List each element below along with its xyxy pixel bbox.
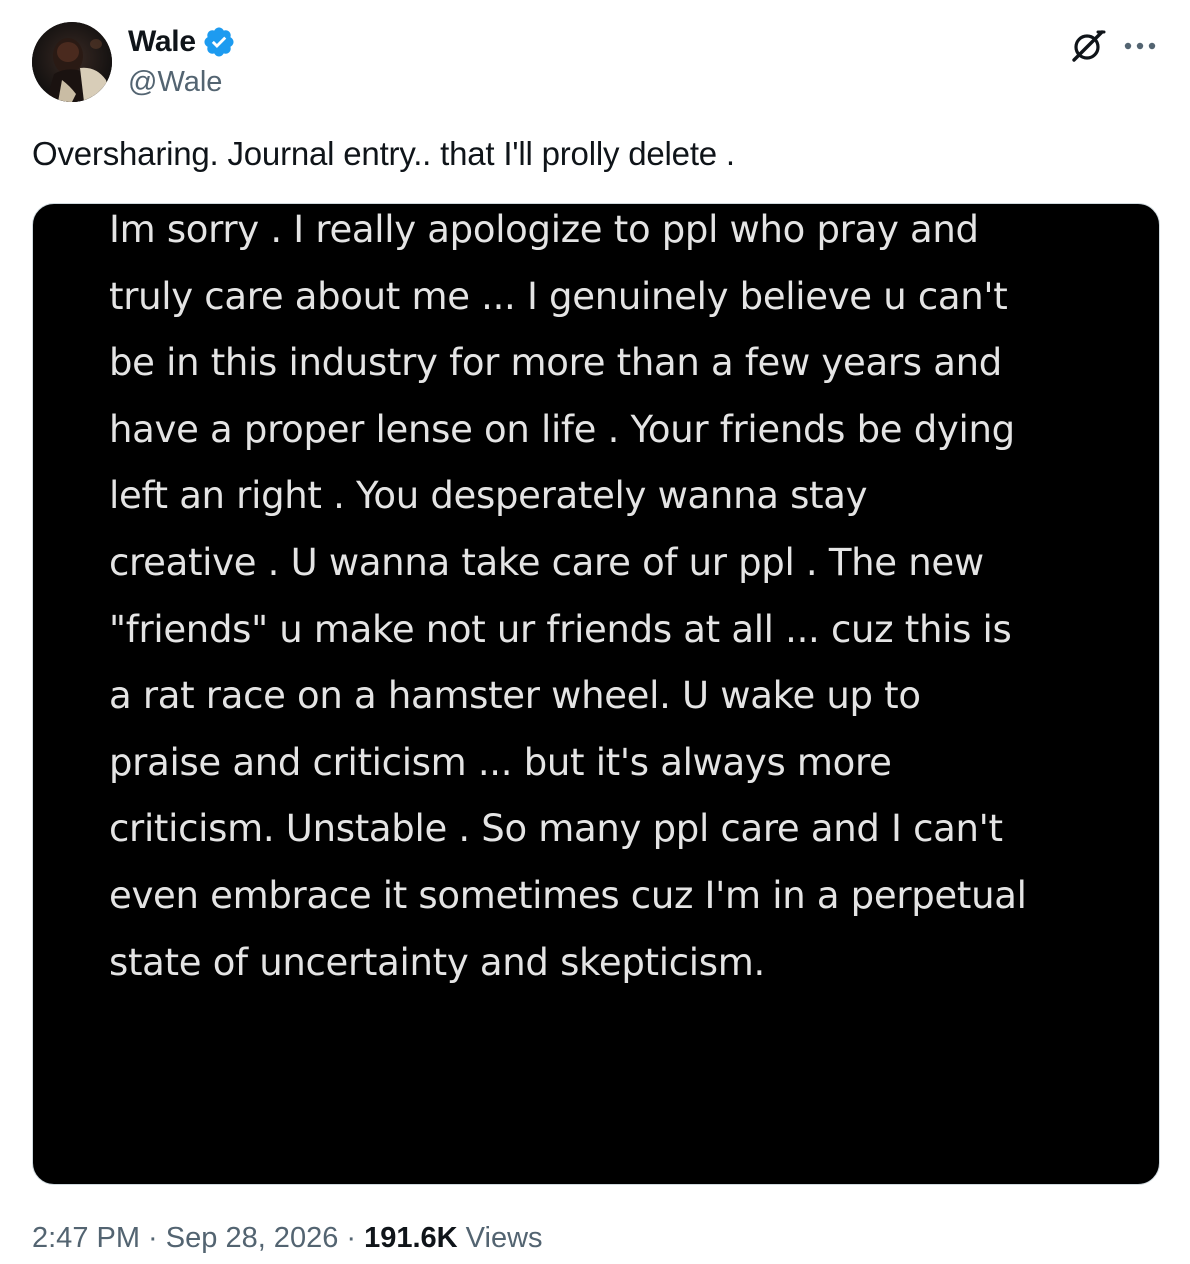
tweet-date[interactable]: Sep 28, 2026 xyxy=(166,1222,339,1254)
media-text-line: Im sorry . I really apologize to ppl who… xyxy=(109,208,979,251)
meta-separator: · xyxy=(338,1222,365,1254)
grok-icon[interactable] xyxy=(1068,26,1108,66)
avatar[interactable] xyxy=(32,22,112,102)
media-text-line: creative . U wanna take care of ur ppl .… xyxy=(109,540,984,584)
verified-badge-icon[interactable] xyxy=(202,25,236,59)
media-text-line: even embrace it sometimes cuz I'm in a p… xyxy=(109,873,1027,917)
views-label: Views xyxy=(457,1222,543,1254)
tweet-text: Oversharing. Journal entry.. that I'll p… xyxy=(32,135,735,172)
meta-separator: · xyxy=(140,1222,166,1254)
views-count[interactable]: 191.6K xyxy=(364,1222,458,1254)
avatar-image xyxy=(32,22,112,102)
author-info: Wale @Wale xyxy=(128,22,236,102)
tweet-time[interactable]: 2:47 PM xyxy=(32,1222,140,1254)
display-name[interactable]: Wale xyxy=(128,25,196,59)
media-text-line: left an right . You desperately wanna st… xyxy=(109,474,868,518)
display-name-row: Wale xyxy=(128,22,236,62)
media-text-line: have a proper lense on life . Your frien… xyxy=(109,407,1015,451)
media-text-line: praise and criticism ... but it's always… xyxy=(109,740,892,784)
tweet-media-image[interactable]: Im sorry . I really apologize to ppl who… xyxy=(32,203,1160,1185)
media-text-line: truly care about me ... I genuinely beli… xyxy=(109,274,1008,318)
more-options-icon[interactable] xyxy=(1120,26,1160,66)
tweet-metadata: 2:47 PM · Sep 28, 2026 · 191.6K Views xyxy=(32,1218,543,1258)
media-text-line: a rat race on a hamster wheel. U wake up… xyxy=(109,674,921,718)
media-text-line: criticism. Unstable . So many ppl care a… xyxy=(109,807,1003,851)
tweet-header: Wale @Wale xyxy=(32,20,1162,104)
tweet-card: Wale @Wale Oversharing. Journal entry.. … xyxy=(0,0,1190,1264)
media-text-line: "friends" u make not ur friends at all .… xyxy=(109,607,1012,651)
media-text-line: state of uncertainty and skepticism. xyxy=(109,940,765,984)
media-screenshot-text: Im sorry . I really apologize to ppl who… xyxy=(109,204,1119,996)
media-text-line: be in this industry for more than a few … xyxy=(109,341,1002,385)
author-handle[interactable]: @Wale xyxy=(128,62,236,102)
